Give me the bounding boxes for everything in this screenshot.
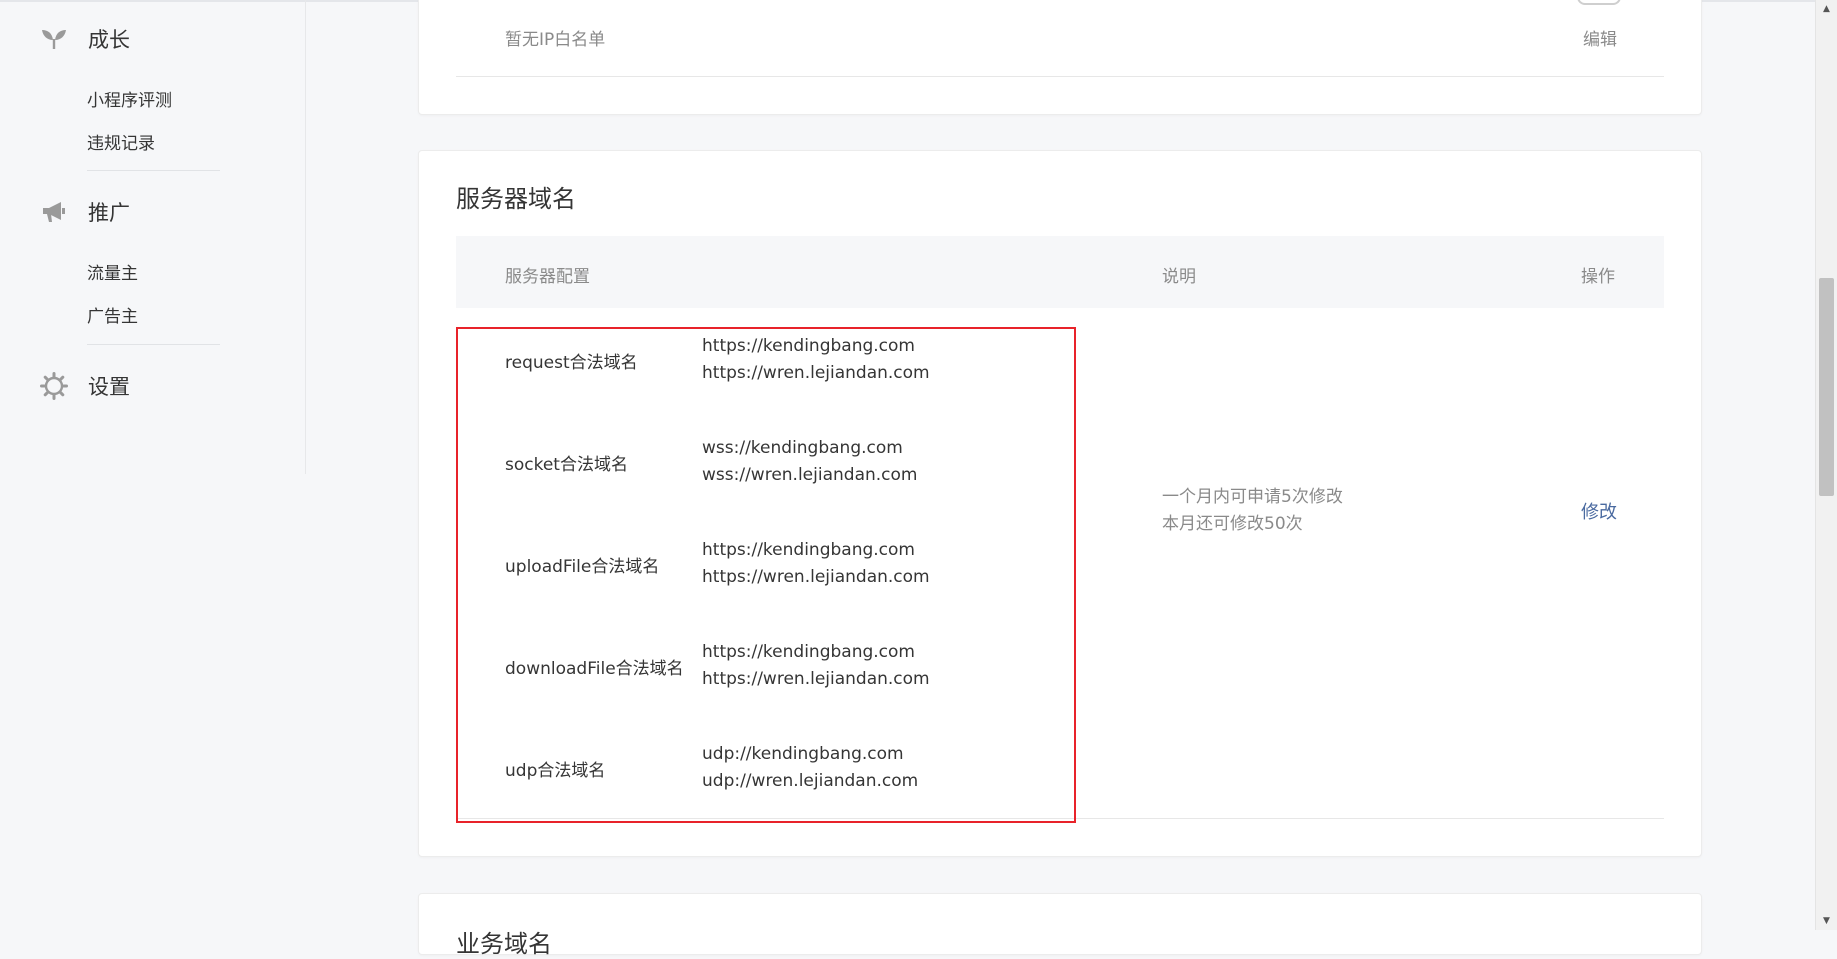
nav-group-growth[interactable]: 成长 (40, 24, 130, 54)
domain-value: https://kendingbang.com (702, 336, 915, 356)
domain-label-downloadfile: downloadFile合法域名 (505, 659, 684, 679)
nav-divider (87, 170, 220, 171)
sidebar-item-publisher[interactable]: 流量主 (87, 259, 138, 284)
ip-whitelist-empty-text: 暂无IP白名单 (505, 30, 606, 50)
domain-values-uploadfile: https://kendingbang.com https://wren.lej… (702, 537, 930, 591)
ip-whitelist-edit-link[interactable]: 编辑 (1583, 25, 1617, 50)
nav-group-promotion[interactable]: 推广 (40, 197, 130, 227)
sidebar: 成长 小程序评测 违规记录 推广 流量主 广告主 设置 (0, 0, 306, 474)
domain-value: udp://kendingbang.com (702, 744, 904, 764)
domain-values-request: https://kendingbang.com https://wren.lej… (702, 333, 930, 387)
scroll-down-arrow-icon[interactable]: ▼ (1816, 912, 1837, 930)
domain-value: wss://kendingbang.com (702, 438, 903, 458)
scroll-up-arrow-icon[interactable]: ▲ (1816, 0, 1837, 18)
description-line: 一个月内可申请5次修改 (1162, 487, 1343, 507)
sidebar-item-advertiser[interactable]: 广告主 (87, 302, 138, 327)
sidebar-item-violations[interactable]: 违规记录 (87, 129, 155, 154)
ip-whitelist-card: 暂无IP白名单 编辑 (418, 0, 1702, 115)
description-line: 本月还可修改50次 (1162, 514, 1303, 534)
domain-value: https://wren.lejiandan.com (702, 363, 930, 383)
toggle-switch[interactable] (1577, 0, 1621, 5)
gear-icon (40, 372, 68, 400)
column-header-config: 服务器配置 (505, 267, 590, 287)
domain-label-uploadfile: uploadFile合法域名 (505, 557, 660, 577)
section-title: 业务域名 (456, 930, 552, 958)
scrollbar-thumb[interactable] (1819, 278, 1834, 496)
megaphone-icon (40, 198, 68, 226)
divider (456, 76, 1664, 77)
nav-group-label: 设置 (88, 375, 130, 399)
business-domain-card: 业务域名 (418, 893, 1702, 958)
domain-value: https://kendingbang.com (702, 642, 915, 662)
column-header-desc: 说明 (1162, 267, 1196, 287)
sprout-icon (40, 25, 68, 53)
scrollbar[interactable]: ▲ ▼ (1815, 0, 1837, 930)
domain-label-udp: udp合法域名 (505, 761, 606, 781)
domain-values-socket: wss://kendingbang.com wss://wren.lejiand… (702, 435, 917, 489)
domain-values-udp: udp://kendingbang.com udp://wren.lejiand… (702, 741, 918, 795)
domain-value: wss://wren.lejiandan.com (702, 465, 918, 485)
domain-label-socket: socket合法域名 (505, 455, 628, 475)
server-domain-card: 服务器域名 服务器配置 说明 操作 request合法域名 https://ke… (418, 150, 1702, 857)
column-header-op: 操作 (1581, 267, 1615, 287)
nav-group-label: 推广 (88, 201, 130, 225)
section-title: 服务器域名 (456, 185, 576, 213)
domain-value: https://wren.lejiandan.com (702, 669, 930, 689)
modify-link[interactable]: 修改 (1581, 498, 1617, 524)
domain-value: udp://wren.lejiandan.com (702, 771, 919, 791)
domain-values-downloadfile: https://kendingbang.com https://wren.lej… (702, 639, 930, 693)
domain-value: https://kendingbang.com (702, 540, 915, 560)
domain-value: https://wren.lejiandan.com (702, 567, 930, 587)
nav-divider (87, 344, 220, 345)
divider (456, 818, 1664, 819)
table-header: 服务器配置 说明 操作 (456, 236, 1664, 308)
nav-group-label: 成长 (88, 28, 130, 52)
domain-label-request: request合法域名 (505, 353, 638, 373)
nav-group-settings[interactable]: 设置 (40, 371, 130, 401)
sidebar-item-review[interactable]: 小程序评测 (87, 86, 172, 111)
domain-description: 一个月内可申请5次修改 本月还可修改50次 (1162, 484, 1343, 538)
